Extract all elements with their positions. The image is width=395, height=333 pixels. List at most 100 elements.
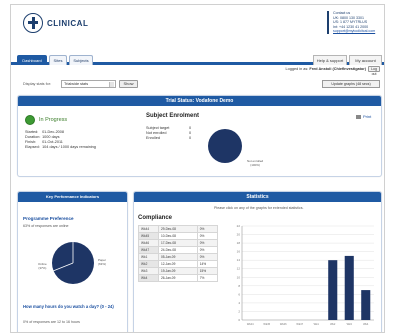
- app-frame: CLINICAL Contact us UK: 0800 130 3301 US…: [10, 4, 385, 333]
- chevron-down-icon: [109, 82, 114, 87]
- y-tick-label: 0: [238, 318, 240, 322]
- statistics-hint: Please click on any of the graphs for ex…: [214, 206, 304, 210]
- y-tick-label: 18: [237, 241, 241, 245]
- table-cell: 0%: [196, 246, 219, 254]
- programme-preference-title[interactable]: Programme Preference: [23, 216, 74, 221]
- table-cell: Wk1: [138, 253, 159, 261]
- table-cell: Wk2: [138, 260, 159, 268]
- table-row: Wk1 05-Jan-09 0%: [138, 253, 219, 261]
- enrolment-row: Not enrolled 0: [146, 131, 191, 135]
- enrolment-key: Not enrolled: [146, 131, 167, 135]
- enrolment-value: 0: [189, 126, 192, 130]
- question-title[interactable]: How many hours do you watch a day? (0 - …: [23, 304, 123, 309]
- kpi-title: Key Performance Indicators: [18, 192, 127, 202]
- statistics-panel: Statistics Please click on any of the gr…: [133, 191, 382, 333]
- y-tick-label: 4: [238, 301, 240, 305]
- tab-subjects[interactable]: Subjects: [69, 55, 93, 65]
- trial-detail-row: Elapsed: 104 days / 1000 days remaining: [25, 145, 96, 149]
- table-cell: 12-Jan-09: [158, 260, 198, 268]
- trial-detail-row: Started: 01-Dec-2008: [25, 130, 64, 134]
- table-cell: Wk4: [138, 274, 159, 282]
- my-account-button[interactable]: My account: [349, 55, 382, 65]
- compliance-table[interactable]: Wk44 29-Dec-08 0% Wk45 10-Dec-08 0% Wk46 17-Dec…: [138, 225, 219, 282]
- table-cell: Wk45: [138, 232, 159, 240]
- table-cell: 7%: [196, 274, 219, 282]
- y-tick-label: 14: [237, 258, 241, 262]
- support-email-link[interactable]: support@mytoolkitcal.com: [333, 29, 383, 34]
- enrolment-value: 0: [189, 131, 192, 135]
- pie-label-line: (37%): [38, 266, 47, 270]
- stats-scope-value: Trialwide stats: [64, 82, 89, 86]
- pie-label-online: Online (37%): [38, 262, 47, 270]
- brand-logo[interactable]: CLINICAL: [23, 13, 88, 33]
- table-cell: 14%: [196, 260, 219, 268]
- compliance-title: Compliance: [138, 215, 173, 221]
- bar: [328, 260, 338, 320]
- table-row: Wk44 29-Dec-08 0%: [138, 225, 219, 233]
- logo-text: CLINICAL: [47, 18, 89, 28]
- update-graphs-button[interactable]: Update graphs (48 secs): [322, 80, 380, 88]
- compliance-bar-chart[interactable]: 0 2 4 6 8 10 12 14 16 18 20 22 Wk44 Wk45 Wk46 Wk47 Wk1 Wk…: [228, 222, 378, 333]
- detail-key: Finish:: [25, 140, 37, 144]
- y-tick-label: 6: [238, 292, 240, 296]
- trial-detail-row: Finish: 01-Oct-2011: [25, 140, 63, 144]
- logged-prefix: Logged in as:: [285, 67, 309, 71]
- detail-value: 1000 days: [42, 135, 60, 139]
- enrolment-key: Subject target: [146, 126, 170, 130]
- table-cell: 24-Dec-08: [158, 246, 198, 254]
- table-cell: 29-Dec-08: [158, 225, 198, 233]
- y-tick-label: 10: [237, 275, 241, 279]
- y-tick-label: 22: [237, 224, 241, 228]
- x-tick-label: Wk1: [314, 322, 320, 326]
- table-cell: 17-Dec-08: [158, 239, 198, 247]
- pie-label-paper: Paper (63%): [98, 258, 106, 266]
- table-row: Wk45 10-Dec-08 0%: [138, 232, 219, 240]
- table-row: Wk4 26-Jan-09 7%: [138, 274, 219, 282]
- table-row: Wk2 12-Jan-09 14%: [138, 260, 219, 268]
- table-cell: Wk3: [138, 267, 159, 275]
- bar: [361, 290, 371, 320]
- table-cell: 19-Jan-09: [158, 267, 198, 275]
- table-cell: 0%: [196, 232, 219, 240]
- enrolment-row: Subject target 0: [146, 126, 191, 130]
- table-cell: 10-Dec-08: [158, 232, 198, 240]
- enrolment-key: Enrolled: [146, 136, 160, 140]
- programme-pie-chart[interactable]: [50, 240, 96, 286]
- tab-dashboard[interactable]: Dashboard: [17, 55, 47, 65]
- table-cell: 26-Jan-09: [158, 274, 198, 282]
- session-info: Logged in as: Fred Anstoli (ChiefInvesti…: [286, 67, 366, 71]
- enrolment-pie-chart[interactable]: [205, 126, 245, 166]
- x-tick-label: Wk3: [347, 322, 353, 326]
- y-tick-label: 2: [238, 309, 240, 313]
- table-cell: 0%: [196, 253, 219, 261]
- x-tick-label: Wk45: [263, 322, 270, 326]
- question-sub: 0% of responses are 12 to 16 hours: [23, 320, 80, 324]
- logged-user: Fred Anstoli (ChiefInvestigator): [309, 67, 366, 71]
- table-row: Wk3 19-Jan-09 15%: [138, 267, 219, 275]
- statistics-title: Statistics: [134, 192, 381, 202]
- main-nav: Dashboard Sites Subjects Help & support …: [11, 51, 384, 65]
- trial-status-panel: Trial Status: Vodafone Demo In Progress …: [17, 95, 382, 177]
- table-row: Wk46 17-Dec-08 0%: [138, 239, 219, 247]
- enrolment-row: Enrolled 0: [146, 136, 191, 140]
- detail-value: 01-Oct-2011: [42, 140, 63, 144]
- stats-scope-select[interactable]: Trialwide stats: [61, 80, 116, 88]
- x-tick-label: Wk2: [330, 322, 336, 326]
- trial-status-label: In Progress: [39, 117, 68, 123]
- pie-slice-not-enrolled: [208, 129, 242, 163]
- logout-button[interactable]: Log out: [368, 66, 380, 76]
- trial-detail-row: Duration: 1000 days: [25, 135, 60, 139]
- detail-value: 104 days / 1000 days remaining: [42, 145, 96, 149]
- status-indicator-icon: [25, 115, 35, 125]
- pie-label-line: (100%): [250, 163, 260, 167]
- print-label: Print: [363, 114, 372, 119]
- y-tick-label: 8: [238, 284, 240, 288]
- show-button[interactable]: Show: [119, 80, 138, 88]
- print-link[interactable]: Print: [356, 114, 371, 119]
- x-tick-label: Wk47: [296, 322, 303, 326]
- table-cell: 05-Jan-09: [158, 253, 198, 261]
- kpi-panel: Key Performance Indicators Programme Pre…: [17, 191, 128, 332]
- printer-icon: [356, 114, 361, 119]
- tab-sites[interactable]: Sites: [49, 55, 67, 65]
- help-support-button[interactable]: Help & support: [313, 55, 347, 65]
